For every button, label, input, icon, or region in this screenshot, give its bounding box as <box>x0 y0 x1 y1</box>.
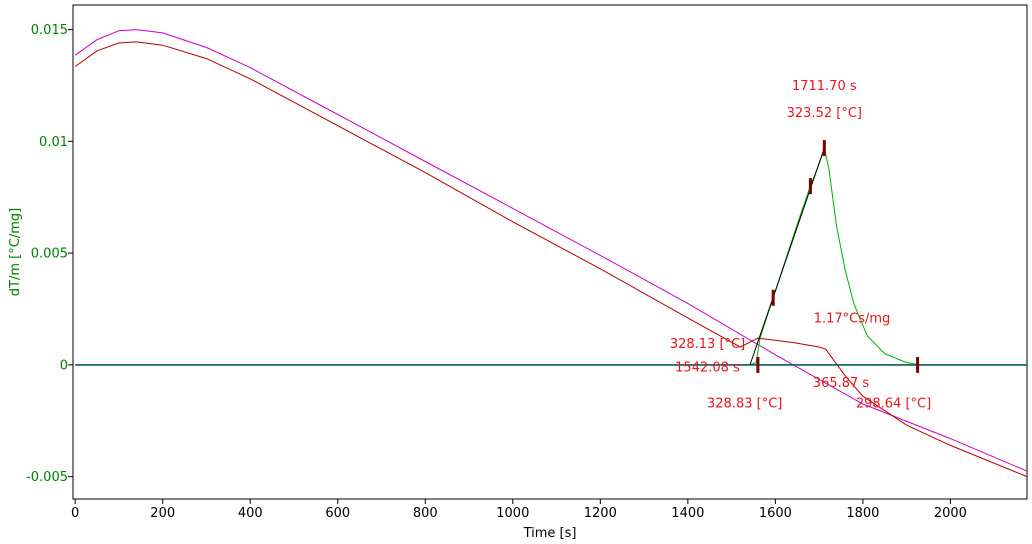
x-tick-label: 1600 <box>759 506 792 521</box>
annotation-label: 298.64 [°C] <box>856 396 931 411</box>
annotation-label: 323.52 [°C] <box>787 106 862 121</box>
x-tick-label: 1200 <box>584 506 617 521</box>
peak-marker-1 <box>771 289 775 306</box>
x-tick-label: 1400 <box>671 506 704 521</box>
y-tick-label: 0.015 <box>31 23 68 38</box>
peak-marker-3 <box>822 140 826 157</box>
y-tick-label: 0.01 <box>39 135 68 150</box>
annotation-layer: 1711.70 s 323.52 [°C] 1.17°Cs/mg 328.13 [°C… <box>670 79 931 411</box>
annotation-label: 1.17°Cs/mg <box>814 311 891 326</box>
x-tick-label: 800 <box>413 506 438 521</box>
plot-frame <box>72 4 1028 500</box>
x-tick-label: 200 <box>150 506 175 521</box>
x-tick-label: 400 <box>238 506 263 521</box>
annotation-label: 1542.08 s <box>675 361 740 376</box>
annotation-label: 328.83 [°C] <box>707 396 782 411</box>
x-axis: 0 200 400 600 800 1000 1200 1400 1600 1800 2000 <box>71 499 967 521</box>
x-tick-label: 1000 <box>496 506 529 521</box>
series-line-tangent <box>749 147 825 366</box>
y-axis-label: dT/m [°C/mg] <box>8 208 23 296</box>
x-tick-label: 0 <box>71 506 79 521</box>
peak-marker-2 <box>808 178 812 195</box>
y-tick-label: 0.005 <box>31 247 68 262</box>
annotation-label: 365.87 s <box>813 376 870 391</box>
chart: 0 200 400 600 800 1000 1200 1400 1600 1800 2000 -0… <box>8 4 1028 541</box>
series-line-green <box>749 146 920 366</box>
x-axis-label: Time [s] <box>523 526 577 541</box>
y-tick-label: 0 <box>60 358 68 373</box>
peak-marker-4 <box>916 356 920 373</box>
annotation-label: 328.13 [°C] <box>670 337 745 352</box>
marker-layer <box>756 140 920 373</box>
y-axis: -0.005 0 0.005 0.01 0.015 <box>26 23 73 485</box>
x-tick-label: 600 <box>325 506 350 521</box>
y-tick-label: -0.005 <box>26 470 68 485</box>
annotation-label: 1711.70 s <box>792 79 857 94</box>
x-tick-label: 2000 <box>934 506 967 521</box>
x-tick-label: 1800 <box>846 506 879 521</box>
peak-marker-0 <box>756 356 760 373</box>
